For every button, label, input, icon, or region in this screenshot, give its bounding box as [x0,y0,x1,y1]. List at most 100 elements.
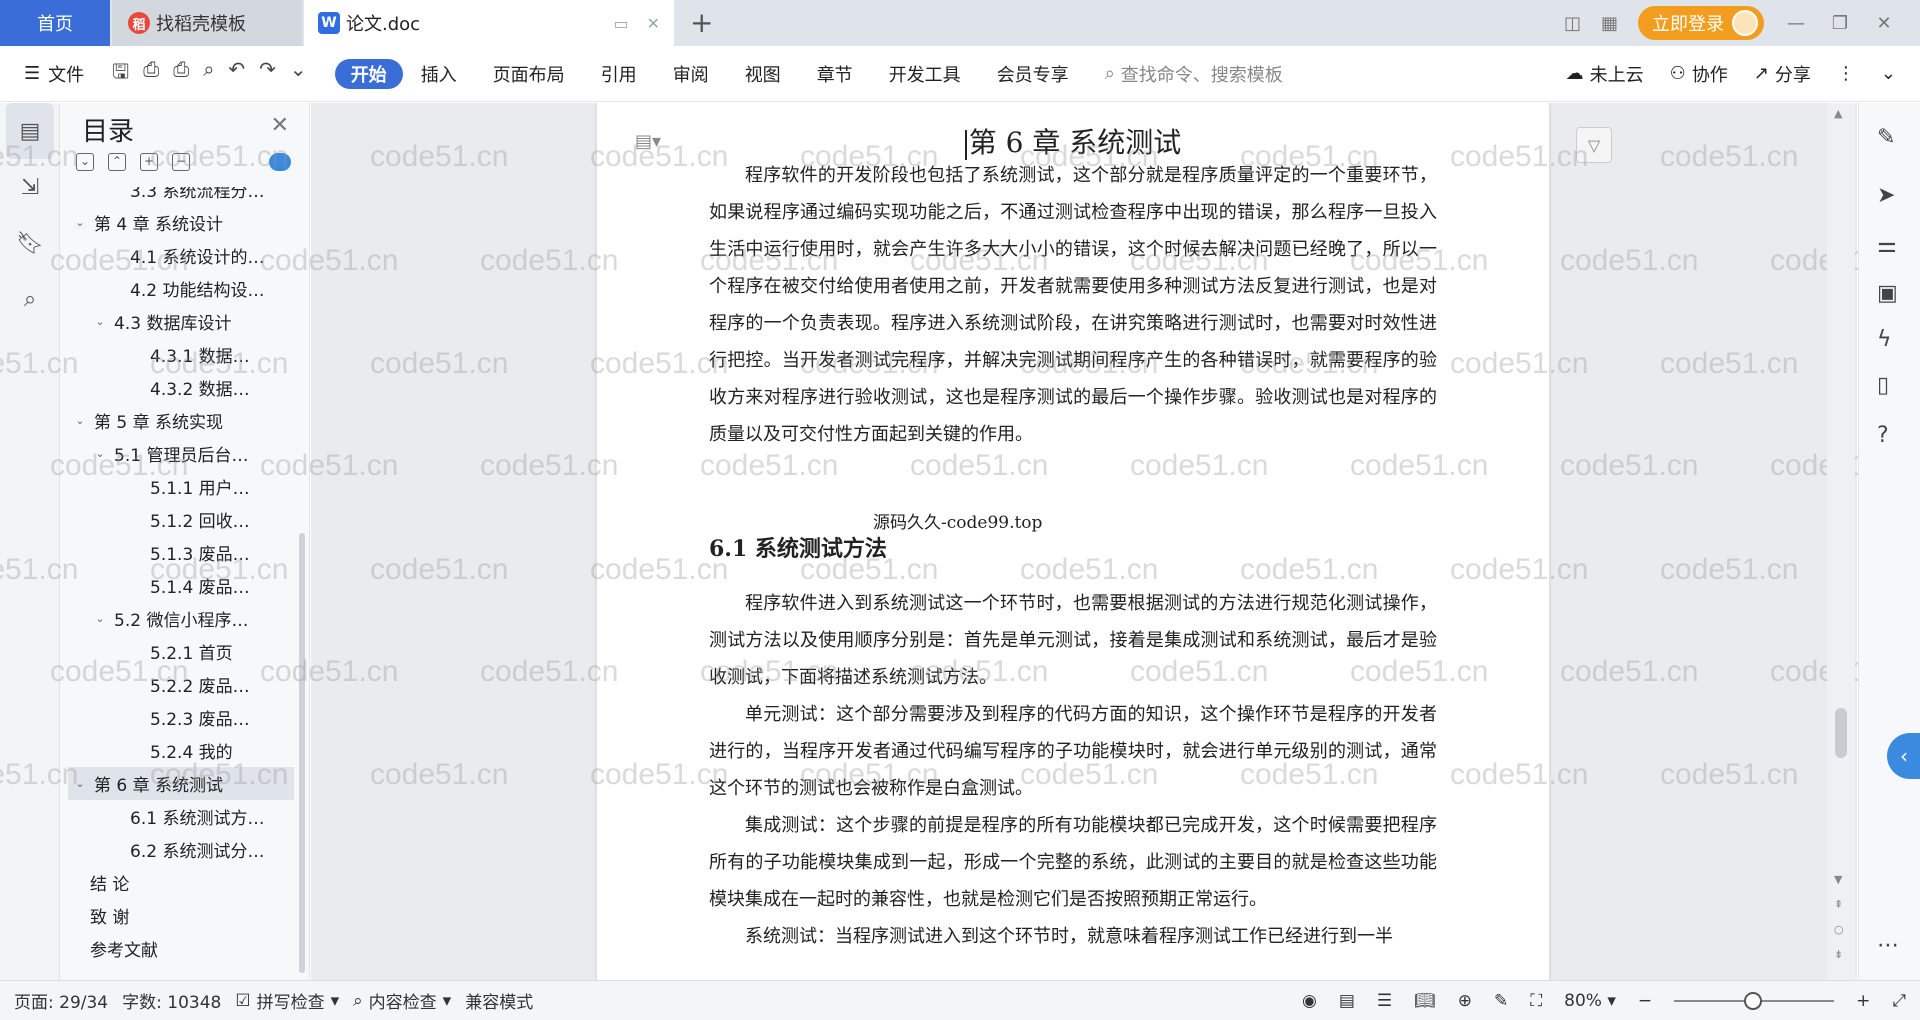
toc-item[interactable]: ⌄ 4.3 数据库设计 [68,305,294,338]
print-preview-icon[interactable]: ⌕ [203,57,214,91]
tab-home[interactable]: 首页 [0,0,110,46]
ribbon-tab[interactable]: 开始 [334,58,403,89]
spell-check-button[interactable]: ☑ 拼写检查 ▾ [235,988,339,1014]
add-heading-icon[interactable]: + [140,153,158,171]
save-icon[interactable]: 🖫 [112,57,129,91]
word-count[interactable]: 字数: 10348 [122,988,221,1013]
fit-page-icon[interactable]: ⛶ [1530,991,1542,1011]
write-mode-icon[interactable]: ✎ [1494,991,1508,1011]
prev-page-icon[interactable]: ⇞ [1834,898,1843,911]
next-page-icon[interactable]: ⇟ [1834,948,1843,961]
chevron-down-icon[interactable]: ⌄ [92,315,108,328]
zoom-in-icon[interactable]: + [1856,991,1870,1011]
toc-item[interactable]: 4.3.2 数据… [68,371,294,404]
toc-item[interactable]: 3.3 系统流程分… [68,187,294,206]
ribbon-tab[interactable]: 视图 [727,59,799,89]
ribbon-tab[interactable]: 引用 [583,59,655,89]
toc-item[interactable]: 5.1.1 用户… [68,470,294,503]
toc-item[interactable]: 5.1.2 回收… [68,503,294,536]
share-button[interactable]: ↗ 分享 [1754,61,1811,87]
page-options-icon[interactable]: ▤▾ [635,131,661,152]
ribbon-tab[interactable]: 会员专享 [979,59,1087,89]
toc-item[interactable]: ⌄ 第 4 章 系统设计 [68,206,294,239]
toc-item[interactable]: 5.2.4 我的 [68,734,294,767]
zoom-slider[interactable] [1674,991,1835,1010]
adjust-sliders-icon[interactable]: ⚌ [1877,233,1897,258]
chapter-nav-icon[interactable]: ⇲ [0,159,60,215]
zoom-level[interactable]: 80% ▾ [1564,991,1616,1011]
page-count[interactable]: 页面: 29/34 [14,988,108,1013]
select-pointer-icon[interactable]: ➤ [1877,183,1895,208]
window-mode-icon[interactable]: ▭ [613,14,628,33]
toc-item[interactable]: 4.2 功能结构设… [68,272,294,305]
toc-item[interactable]: 参考文献 [68,932,294,965]
fullscreen-icon[interactable]: ⤢ [1892,991,1906,1011]
chevron-down-icon[interactable]: ⌄ [72,216,88,229]
outline-view-icon[interactable]: ☰ [1377,991,1392,1011]
ribbon-tab[interactable]: 章节 [799,59,871,89]
expand-all-icon[interactable]: ⌄ [76,153,94,171]
chevron-down-icon[interactable]: ⌄ [72,777,88,790]
restore-icon[interactable]: ❐ [1828,13,1852,34]
lightning-icon[interactable]: ϟ [1877,327,1892,352]
close-tab-icon[interactable]: ✕ [647,14,660,33]
undo-icon[interactable]: ↶ [228,57,245,91]
command-search[interactable]: ⌕ 查找命令、搜索模板 [1105,61,1283,87]
chevron-down-icon[interactable]: ⌄ [92,612,108,625]
toc-panel-icon[interactable]: ▤ [6,103,54,159]
quick-access-dropdown-icon[interactable]: ⌄ [290,57,307,91]
select-browse-icon[interactable]: ○ [1834,923,1844,936]
toc-mode-toggle[interactable] [269,153,291,171]
search-panel-icon[interactable]: ⌕ [0,271,60,327]
pen-icon[interactable]: ✎ [1877,125,1895,150]
new-tab-button[interactable]: + [690,6,713,39]
toc-item[interactable]: 5.1.4 废品… [68,569,294,602]
toc-item[interactable]: ⌄ 第 5 章 系统实现 [68,404,294,437]
layout-toggle-icon[interactable]: ◫ [1564,13,1581,34]
toc-item[interactable]: 5.2.3 废品… [68,701,294,734]
content-check-button[interactable]: ⌕ 内容检查 ▾ [353,988,451,1014]
scroll-up-icon[interactable]: ▲ [1834,107,1842,120]
toc-item[interactable]: 4.1 系统设计的… [68,239,294,272]
expand-panel-button[interactable]: ‹ [1887,733,1920,779]
toc-item[interactable]: 4.3.1 数据… [68,338,294,371]
scroll-down-icon[interactable]: ▼ [1834,873,1842,886]
toc-item[interactable]: 6.2 系统测试分… [68,833,294,866]
bookmark-icon[interactable]: 🔖︎ [0,215,60,271]
grid-apps-icon[interactable]: ▦ [1601,13,1618,34]
cloud-status-button[interactable]: ☁ 未上云 [1566,61,1644,87]
filter-icon[interactable]: ▽ [1576,127,1612,163]
zoom-out-icon[interactable]: − [1638,991,1652,1011]
ribbon-tab[interactable]: 插入 [403,59,475,89]
ribbon-tab[interactable]: 页面布局 [475,59,583,89]
more-icon[interactable]: ⋮ [1837,63,1855,84]
export-pdf-icon[interactable]: ⎙ [143,57,159,91]
remove-heading-icon[interactable]: − [172,153,190,171]
scrollbar-thumb[interactable] [1835,708,1847,758]
chevron-down-icon[interactable]: ⌄ [72,414,88,427]
tab-document[interactable]: W 论文.doc ▭ ✕ [304,0,674,46]
chevron-down-icon[interactable]: ⌄ [92,447,108,460]
help-icon[interactable]: ? [1877,423,1889,448]
toc-scrollbar[interactable] [299,533,305,973]
toc-item[interactable]: 结 论 [68,866,294,899]
document-page[interactable]: ▤▾ 第 6 章 系统测试 程序软件的开发阶段也包括了系统测试，这个部分就是程序… [597,103,1549,980]
minimize-icon[interactable]: — [1784,13,1808,34]
toc-item[interactable]: 5.2.2 废品… [68,668,294,701]
reader-mode-icon[interactable]: ▯ [1877,373,1889,398]
image-edit-icon[interactable]: ▣ [1877,281,1898,306]
close-window-icon[interactable]: ✕ [1872,13,1896,34]
login-button[interactable]: 立即登录 [1638,6,1764,40]
toc-item[interactable]: 6.1 系统测试方… [68,800,294,833]
redo-icon[interactable]: ↷ [259,57,276,91]
ribbon-tab[interactable]: 审阅 [655,59,727,89]
toc-item[interactable]: 5.2.1 首页 [68,635,294,668]
eye-protect-icon[interactable]: ◉ [1302,991,1317,1011]
collapse-ribbon-icon[interactable]: ⌄ [1881,63,1896,84]
document-scrollbar[interactable]: ▲ ▼ ⇞ ○ ⇟ [1827,103,1855,980]
print-icon[interactable]: ⎙ [173,57,189,91]
zoom-slider-knob[interactable] [1744,991,1763,1010]
web-view-icon[interactable]: ⊕ [1458,991,1472,1011]
collapse-all-icon[interactable]: ⌃ [108,153,126,171]
more-options-icon[interactable]: ⋯ [1877,933,1899,958]
